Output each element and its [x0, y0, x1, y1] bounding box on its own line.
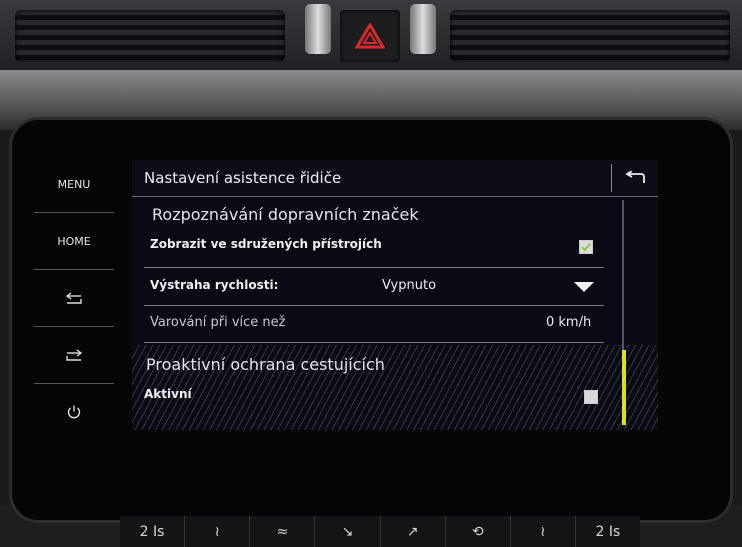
seat-heat-icon: ≀ [214, 523, 220, 540]
vent-knob-left[interactable] [305, 4, 331, 54]
air-vent-left [15, 10, 285, 62]
active-checkbox[interactable] [584, 390, 598, 404]
chevron-down-icon[interactable] [574, 282, 594, 292]
warn-over-value: 0 km/h [546, 315, 592, 330]
airflow-icon: ≈ [276, 523, 289, 540]
airflow-windshield-button[interactable]: ↗ [379, 516, 445, 547]
home-label: HOME [57, 234, 91, 248]
show-in-cluster-checkbox[interactable] [579, 240, 593, 254]
show-in-cluster-label: Zobrazit ve sdružených přístrojích [150, 237, 382, 251]
previous-track-button[interactable] [34, 270, 114, 327]
active-label: Aktivní [144, 387, 192, 401]
seat-heat-icon: ≀ [540, 523, 546, 540]
scrollbar-thumb[interactable] [622, 350, 626, 425]
left-temperature-value: 2 Is [139, 523, 165, 540]
seat-heat-right-button[interactable]: ≀ [509, 516, 575, 547]
settings-list: Rozpoznávání dopravních značek Zobrazit … [132, 197, 604, 430]
home-button[interactable]: HOME [34, 213, 114, 270]
menu-label: MENU [57, 177, 91, 191]
next-icon [66, 349, 83, 361]
section-title-traffic-signs: Rozpoznávání dopravních značek [152, 205, 419, 224]
hazard-button[interactable] [340, 10, 400, 62]
right-temperature-value: 2 Is [595, 523, 621, 540]
recirculation-button[interactable]: ⟲ [444, 516, 510, 547]
section-title-proactive-protection: Proaktivní ochrana cestujících [146, 355, 385, 374]
divider [144, 342, 604, 343]
back-arrow-icon [625, 171, 645, 183]
vent-knob-right[interactable] [410, 4, 436, 54]
infotainment-display: Nastavení asistence řidiče Rozpoznávání … [132, 160, 658, 430]
car-recirculation-icon: ⟲ [471, 523, 484, 540]
power-icon [67, 405, 81, 419]
airflow-button[interactable]: ≈ [249, 516, 315, 547]
air-vent-right [450, 10, 730, 62]
airflow-feet-icon: ↘ [341, 523, 354, 540]
screen-header: Nastavení asistence řidiče [132, 160, 658, 197]
next-track-button[interactable] [34, 327, 114, 384]
warn-over-label: Varování při více než [150, 315, 286, 330]
dashboard-top [0, 0, 742, 70]
divider [144, 267, 604, 268]
page-title: Nastavení asistence řidiče [144, 169, 342, 187]
hazard-icon [355, 23, 385, 49]
previous-icon [65, 292, 82, 304]
left-temperature[interactable]: 2 Is [120, 516, 185, 547]
airflow-feet-button[interactable]: ↘ [314, 516, 380, 547]
side-keys: MENU HOME [34, 156, 114, 446]
climate-strip: 2 Is ≀ ≈ ↘ ↗ ⟲ ≀ 2 Is [120, 516, 640, 547]
check-icon [581, 243, 591, 252]
speed-warning-label: Výstraha rychlosti: [150, 278, 279, 292]
airflow-windshield-icon: ↗ [406, 523, 419, 540]
speed-warning-value: Vypnuto [382, 278, 437, 293]
right-temperature[interactable]: 2 Is [574, 516, 640, 547]
menu-button[interactable]: MENU [34, 156, 114, 213]
divider [144, 305, 604, 306]
seat-heat-left-button[interactable]: ≀ [184, 516, 250, 547]
power-button[interactable] [34, 384, 114, 440]
back-button[interactable] [611, 164, 658, 192]
